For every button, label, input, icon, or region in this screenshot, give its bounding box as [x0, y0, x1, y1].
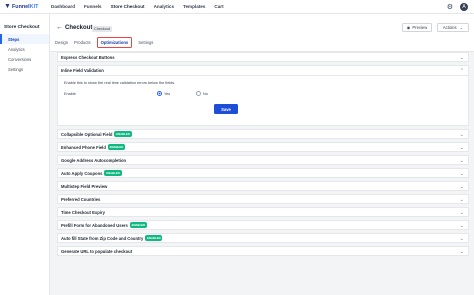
section-label: Time Checkout Expiry [61, 209, 105, 215]
radio-no[interactable]: No [196, 91, 208, 96]
sidebar-item-analytics[interactable]: Analytics [0, 44, 49, 54]
section-label: Auto Apply Coupons [61, 170, 103, 176]
preview-button[interactable]: ◉ Preview [402, 23, 432, 32]
nav-cart[interactable]: Cart [214, 4, 223, 9]
section-inline-field-validation: Inline Field Validation ⌃ Enable this to… [57, 65, 469, 126]
page-type-tag: Checkout [92, 25, 113, 32]
back-arrow-icon[interactable]: ← [56, 24, 63, 31]
section-body: Enable this to show the real time valida… [58, 76, 468, 125]
main-nav: Dashboard Funnels Store Checkout Analyti… [51, 4, 233, 9]
page-header: ← Checkout Checkout ◉ Preview Actions ⌄ … [50, 14, 474, 52]
section-label: Google Address Autocompletion [61, 157, 127, 163]
sidebar-item-settings[interactable]: Settings [0, 64, 49, 74]
logo-text: FunnelKIT [12, 3, 39, 10]
chevron-down-icon: ⌄ [459, 132, 464, 138]
chevron-down-icon: ⌄ [459, 25, 464, 30]
page-title: Checkout [65, 25, 93, 31]
section-row[interactable]: Auto fill State from Zip Code and Countr… [57, 233, 469, 243]
chevron-down-icon: ⌄ [459, 223, 464, 229]
radio-no-label: No [203, 91, 208, 96]
chevron-down-icon: ⌄ [459, 158, 464, 164]
section-label: Inline Field Validation [61, 68, 104, 73]
radio-no-dot [196, 91, 201, 96]
section-label: Multistep Field Preview [61, 183, 108, 189]
funnelkit-logo-icon: ▼ [4, 3, 11, 10]
sidebar-item-steps[interactable]: Steps [0, 34, 49, 44]
chevron-down-icon: ⌄ [459, 55, 464, 61]
section-description: Enable this to show the real time valida… [64, 81, 176, 85]
section-label: Collapsible Optional Field [61, 131, 113, 137]
nav-dashboard[interactable]: Dashboard [51, 4, 75, 9]
sidebar-item-conversions[interactable]: Conversions [0, 54, 49, 64]
section-row[interactable]: Collapsible Optional Field ENABLED ⌄ [57, 129, 469, 139]
section-label: Enhanced Phone Field [61, 144, 106, 150]
chevron-down-icon: ⌄ [459, 249, 464, 255]
section-row[interactable]: Generate URL to populate checkout ⌄ [57, 246, 469, 256]
chevron-down-icon: ⌄ [459, 145, 464, 151]
section-label: Express Checkout Buttons [61, 54, 115, 60]
nav-store-checkout[interactable]: Store Checkout [111, 4, 145, 9]
tab-optimizations[interactable]: Optimizations [96, 37, 133, 48]
section-row[interactable]: Google Address Autocompletion ⌄ [57, 155, 469, 165]
save-button[interactable]: Save [214, 104, 238, 114]
section-row[interactable]: Preferred Countries ⌄ [57, 194, 469, 204]
enabled-badge: ENABLED [107, 144, 126, 150]
enabled-badge: ENABLED [114, 131, 132, 137]
chevron-down-icon: ⌄ [459, 210, 464, 216]
nav-funnels[interactable]: Funnels [84, 4, 102, 9]
nav-templates[interactable]: Templates [183, 4, 205, 9]
section-label: Generate URL to populate checkout [61, 248, 133, 254]
section-row[interactable]: Time Checkout Expiry ⌄ [57, 207, 469, 217]
section-label: Prefill Form for Abandoned Users [61, 222, 128, 228]
top-navigation-bar: ▼ FunnelKIT Dashboard Funnels Store Chec… [0, 0, 474, 14]
sidebar: Store Checkout Steps Analytics Conversio… [0, 14, 50, 295]
optimizations-list: Express Checkout Buttons ⌄ Inline Field … [57, 52, 469, 259]
funnelkit-logo[interactable]: ▼ FunnelKIT [4, 3, 48, 10]
chevron-down-icon: ⌄ [459, 236, 464, 242]
radio-yes[interactable]: Yes [157, 91, 170, 96]
tab-products[interactable]: Products [74, 38, 91, 48]
section-label: Auto fill State from Zip Code and Countr… [61, 235, 144, 241]
chevron-down-icon: ⌄ [459, 184, 464, 190]
enabled-badge: ENABLED [145, 235, 163, 241]
actions-button-label: Actions [442, 25, 457, 30]
enable-label: Enable [64, 92, 76, 96]
section-row[interactable]: Multistep Field Preview ⌄ [57, 181, 469, 191]
radio-yes-label: Yes [164, 91, 171, 96]
tab-design[interactable]: Design [55, 38, 68, 48]
section-row[interactable]: Auto Apply Coupons ENABLED ⌄ [57, 168, 469, 178]
chevron-down-icon: ⌄ [459, 171, 464, 177]
preview-button-label: Preview [412, 25, 428, 30]
gear-icon[interactable]: ⚙ [447, 3, 453, 11]
section-label: Preferred Countries [61, 196, 101, 202]
section-express-checkout[interactable]: Express Checkout Buttons ⌄ [57, 52, 469, 62]
top-right-controls: ⚙ A [447, 2, 468, 11]
avatar[interactable]: A [460, 2, 468, 11]
enabled-badge: ENABLED [104, 170, 122, 176]
section-row[interactable]: Prefill Form for Abandoned Users ENABLED… [57, 220, 469, 230]
chevron-up-icon: ⌃ [459, 68, 464, 74]
eye-icon: ◉ [406, 25, 411, 30]
section-row[interactable]: Enhanced Phone Field ENABLED ⌄ [57, 142, 469, 152]
sidebar-title: Store Checkout [4, 25, 40, 30]
enabled-badge: ENABLED [129, 222, 147, 228]
tab-settings[interactable]: Settings [138, 38, 153, 48]
radio-yes-dot [157, 91, 162, 96]
nav-analytics[interactable]: Analytics [154, 4, 174, 9]
page-tabs: Design Products Optimizations Settings [55, 37, 159, 48]
chevron-down-icon: ⌄ [459, 197, 464, 203]
actions-button[interactable]: Actions ⌄ [437, 23, 469, 32]
section-header[interactable]: Inline Field Validation ⌃ [58, 66, 468, 76]
